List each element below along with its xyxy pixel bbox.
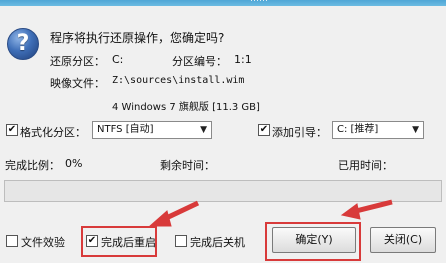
- arrow-to-confirm: [340, 199, 393, 220]
- arrow-to-reboot: [148, 200, 200, 227]
- annotation-arrows: [148, 199, 393, 227]
